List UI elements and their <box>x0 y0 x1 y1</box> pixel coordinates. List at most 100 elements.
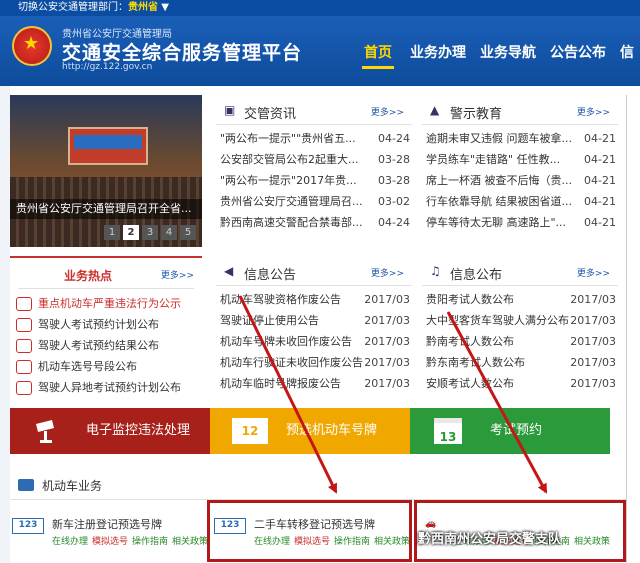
more-link[interactable]: 更多>> <box>577 266 610 279</box>
hot-item[interactable]: 驾驶人考试预约结果公布 <box>16 336 159 355</box>
megaphone-icon: ◀ <box>224 264 234 278</box>
slide-caption[interactable]: 贵州省公安厅交通管理局召开全省... <box>10 199 202 219</box>
caret-down-icon[interactable]: ▼ <box>161 2 169 13</box>
hot-item-label: 机动车选号号段公布 <box>38 360 137 373</box>
hot-item-label: 驾驶人异地考试预约计划公布 <box>38 381 181 394</box>
nav-home[interactable]: 首页 <box>364 42 392 62</box>
news-item[interactable]: 驾驶证停止使用公告 2017/03 <box>216 310 412 331</box>
nav-business[interactable]: 业务办理 <box>410 42 466 62</box>
hot-item-label: 驾驶人考试预约结果公布 <box>38 339 159 352</box>
more-link[interactable]: 更多>> <box>161 268 194 281</box>
news-item-title: 停车等待太无聊 高速路上"... <box>426 216 567 229</box>
news-item[interactable]: "两公布一提示""贵州省五... 04-24 <box>216 128 412 149</box>
simulate-link[interactable]: 模拟选号 <box>92 537 128 547</box>
news-item[interactable]: 机动车临时号牌报废公告 2017/03 <box>216 373 412 394</box>
vehicle-business-header: 机动车业务 <box>10 472 628 500</box>
news-item[interactable]: 黔东南考试人数公布 2017/03 <box>422 352 618 373</box>
guide-link[interactable]: 操作指南 <box>132 537 168 547</box>
news-item[interactable]: 机动车号牌未收回作废公告 2017/03 <box>216 331 412 352</box>
news-item[interactable]: 安顺考试人数公布 2017/03 <box>422 373 618 394</box>
service-plate-preselect[interactable]: 12 预选机动车号牌 <box>210 408 410 454</box>
news-item[interactable]: "两公布一提示"2017年贵... 03-28 <box>216 170 412 191</box>
nav-announcements[interactable]: 公告公布 <box>550 42 606 62</box>
news-item[interactable]: 停车等待太无聊 高速路上"... 04-21 <box>422 212 618 233</box>
service-exam-booking[interactable]: 13 考试预约 <box>410 408 610 454</box>
news-item[interactable]: 席上一杯酒 被查不后悔（贵... 04-21 <box>422 170 618 191</box>
department-switch-bar[interactable]: 切换公安交通管理部门：贵州省 ▼ <box>0 0 640 16</box>
news-item-date: 2017/03 <box>364 356 410 369</box>
hot-item[interactable]: 重点机动车严重违法行为公示 <box>16 294 181 313</box>
province-selector[interactable]: 贵州省 <box>128 2 158 13</box>
truck-icon <box>18 479 34 491</box>
news-item-date: 04-21 <box>584 216 616 229</box>
more-link[interactable]: 更多>> <box>577 105 610 118</box>
slide-dot-1[interactable]: 1 <box>104 225 120 240</box>
news-item[interactable]: 机动车驾驶资格作废公告 2017/03 <box>216 289 412 310</box>
news-item-title: 黔东南考试人数公布 <box>426 356 525 369</box>
online-link[interactable]: 在线办理 <box>52 537 88 547</box>
right-edge-strip <box>626 95 640 563</box>
bell-icon: ♫ <box>430 264 441 278</box>
warning-icon: ▲ <box>430 103 440 117</box>
slide-dot-4[interactable]: 4 <box>161 225 177 240</box>
news-item[interactable]: 机动车行驶证未收回作废公告 2017/03 <box>216 352 412 373</box>
service-electronic-monitoring[interactable]: 电子监控违法处理 <box>10 408 210 454</box>
news-item[interactable]: 行车依靠导航 结果被困省道... 04-21 <box>422 191 618 212</box>
hot-item[interactable]: 机动车选号号段公布 <box>16 357 137 376</box>
highlight-box-used-car <box>207 500 412 562</box>
vehicle-business-name: 新车注册登记预选号牌 <box>52 518 162 531</box>
news-item-date: 2017/03 <box>364 293 410 306</box>
news-item-title: 学员练车"走错路" 任性教... <box>426 153 561 166</box>
nav-active-underline <box>362 66 394 69</box>
news-item-date: 2017/03 <box>570 293 616 306</box>
hot-item[interactable]: 驾驶人考试预约计划公布 <box>16 315 159 334</box>
news-item-date: 03-02 <box>378 195 410 208</box>
news-item[interactable]: 大中型客货车驾驶人满分公布 2017/03 <box>422 310 618 331</box>
panel-title: 业务热点 <box>64 269 113 283</box>
news-item[interactable]: 黔南考试人数公布 2017/03 <box>422 331 618 352</box>
more-link[interactable]: 更多>> <box>371 105 404 118</box>
more-link[interactable]: 更多>> <box>371 266 404 279</box>
hot-item-label: 重点机动车严重违法行为公示 <box>38 297 181 310</box>
car-icon <box>16 360 32 374</box>
slide-dot-2[interactable]: 2 <box>123 225 139 240</box>
service-label: 考试预约 <box>490 423 543 438</box>
news-item-title: 公安部交管局公布2起重大... <box>220 153 359 166</box>
news-item[interactable]: 逾期未审又违假 问题车被拿... 04-21 <box>422 128 618 149</box>
news-item[interactable]: 黔西南高速交警配合禁毒部... 04-24 <box>216 212 412 233</box>
plate-number-icon: 123 <box>12 518 44 534</box>
news-item-date: 04-21 <box>584 195 616 208</box>
site-url: http://gz.122.gov.cn <box>62 62 153 72</box>
hot-item[interactable]: 驾驶人异地考试预约计划公布 <box>16 378 181 397</box>
news-item-date: 2017/03 <box>364 314 410 327</box>
policy-link[interactable]: 相关政策 <box>172 537 208 547</box>
news-item-date: 04-21 <box>584 174 616 187</box>
service-label: 电子监控违法处理 <box>86 423 191 438</box>
panel-header: ◀ 信息公告 更多>> <box>216 256 412 286</box>
news-item-title: 黔南考试人数公布 <box>426 335 514 348</box>
slide-dot-3[interactable]: 3 <box>142 225 158 240</box>
monitor-icon: ▣ <box>224 103 236 117</box>
news-item-date: 2017/03 <box>364 377 410 390</box>
calendar-icon <box>16 318 32 332</box>
slide-pager: 12345 <box>101 225 196 240</box>
news-item[interactable]: 贵州省公安厅交通管理局召... 03-02 <box>216 191 412 212</box>
news-item-title: 贵州省公安厅交通管理局召... <box>220 195 363 208</box>
nav-guide[interactable]: 业务导航 <box>480 42 536 62</box>
slide-dot-5[interactable]: 5 <box>180 225 196 240</box>
news-list: 逾期未审又违假 问题车被拿... 04-21 学员练车"走错路" 任性教... 04-… <box>422 128 618 233</box>
panel-header: ▣ 交管资讯 更多>> <box>216 95 412 125</box>
calendar-icon <box>16 381 32 395</box>
site-title: 交通安全综合服务管理平台 <box>62 42 303 64</box>
news-item[interactable]: 公安部交管局公布2起重大... 03-28 <box>216 149 412 170</box>
vehicle-new-registration[interactable]: 123 新车注册登记预选号牌 在线办理 模拟选号 操作指南 相关政策 <box>12 510 212 560</box>
news-item-title: 机动车临时号牌报废公告 <box>220 377 341 390</box>
service-label: 预选机动车号牌 <box>286 423 378 438</box>
news-item[interactable]: 贵阳考试人数公布 2017/03 <box>422 289 618 310</box>
nav-info[interactable]: 信 <box>620 42 634 62</box>
news-list: "两公布一提示""贵州省五... 04-24 公安部交管局公布2起重大... 03-2… <box>216 128 412 233</box>
news-slideshow[interactable]: 贵州省公安厅交通管理局召开全省... 12345 <box>10 95 202 247</box>
news-item[interactable]: 学员练车"走错路" 任性教... 04-21 <box>422 149 618 170</box>
news-item-title: 行车依靠导航 结果被困省道... <box>426 195 572 208</box>
news-item-date: 2017/03 <box>570 356 616 369</box>
